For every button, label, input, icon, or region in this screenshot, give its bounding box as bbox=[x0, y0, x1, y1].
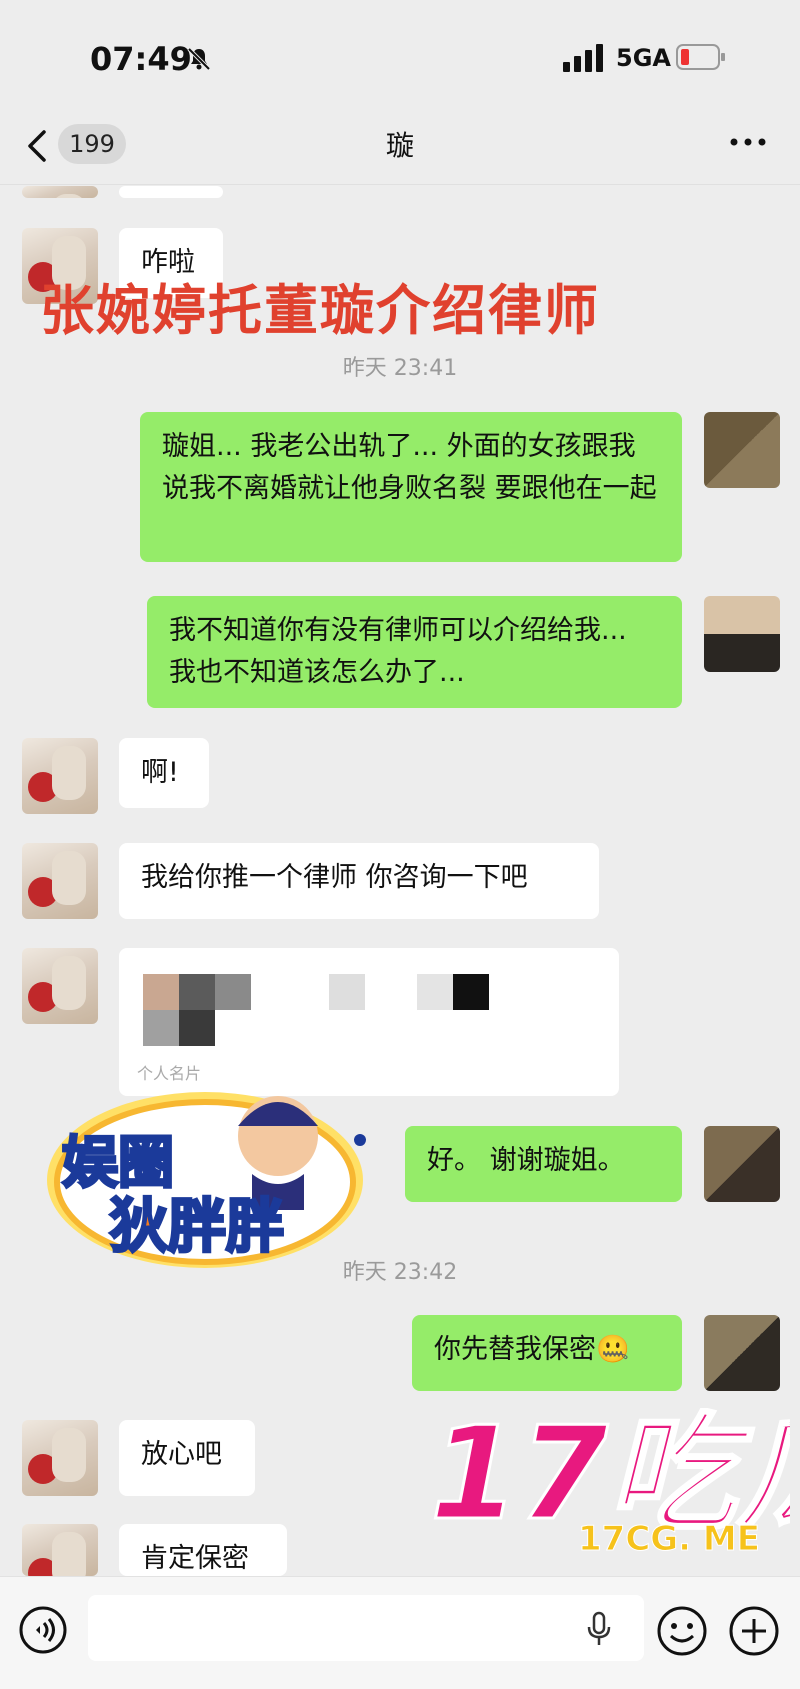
pixelated-block bbox=[179, 974, 215, 1010]
status-time: 07:49 bbox=[90, 40, 192, 78]
message-bubble[interactable]: 好。 谢谢璇姐。 bbox=[405, 1126, 682, 1202]
timestamp: 昨天 23:41 bbox=[342, 356, 458, 381]
watermark-text-bottom: 狄胖胖 bbox=[110, 1192, 284, 1260]
friend-avatar[interactable] bbox=[22, 948, 98, 1024]
mic-icon[interactable] bbox=[584, 1611, 614, 1647]
message-bubble[interactable]: 我不知道你有没有律师可以介绍给我... 我也不知道该怎么办了... bbox=[147, 596, 682, 708]
my-avatar[interactable] bbox=[704, 412, 780, 488]
friend-avatar[interactable] bbox=[22, 843, 98, 919]
battery-icon bbox=[676, 44, 725, 70]
brand-url-text: 17CG. ME bbox=[578, 1519, 760, 1558]
input-bar bbox=[0, 1576, 800, 1689]
emoji-icon[interactable] bbox=[656, 1605, 708, 1657]
timestamp: 昨天 23:42 bbox=[342, 1260, 458, 1285]
my-avatar[interactable] bbox=[704, 1315, 780, 1391]
voice-icon[interactable] bbox=[18, 1605, 68, 1655]
network-type: 5GA bbox=[616, 44, 671, 72]
status-bar: 07:49 5GA bbox=[0, 0, 800, 110]
friend-avatar[interactable] bbox=[22, 738, 98, 814]
pixelated-block bbox=[179, 1010, 215, 1046]
pixelated-block bbox=[417, 974, 453, 1010]
message-bubble-partial bbox=[119, 186, 223, 198]
message-bubble[interactable]: 啊! bbox=[119, 738, 209, 808]
overlay-caption: 张婉婷托董璇介绍律师 bbox=[40, 279, 600, 342]
brand-watermark: 17吃瓜 17CG. ME bbox=[430, 1408, 790, 1558]
my-avatar[interactable] bbox=[704, 596, 780, 672]
message-bubble[interactable]: 我给你推一个律师 你咨询一下吧 bbox=[119, 843, 599, 919]
friend-avatar[interactable] bbox=[22, 1420, 98, 1496]
mute-bell-icon bbox=[187, 47, 211, 71]
watermark-logo: 娱圈 狄胖胖 bbox=[47, 1092, 366, 1268]
friend-avatar[interactable] bbox=[22, 186, 98, 198]
pixelated-block bbox=[329, 974, 365, 1010]
message-bubble[interactable]: 放心吧 bbox=[119, 1420, 255, 1496]
pixelated-block bbox=[453, 974, 489, 1010]
more-icon[interactable] bbox=[728, 132, 768, 152]
watermark-text-top: 娱圈 bbox=[62, 1131, 174, 1196]
chat-title: 璇 bbox=[385, 129, 414, 162]
message-bubble[interactable]: 你先替我保密🤐 bbox=[412, 1315, 682, 1391]
pixelated-block bbox=[215, 974, 251, 1010]
message-bubble[interactable]: 璇姐... 我老公出轨了... 外面的女孩跟我说我不离婚就让他身败名裂 要跟他在… bbox=[140, 412, 682, 562]
friend-avatar[interactable] bbox=[22, 1524, 98, 1576]
my-avatar[interactable] bbox=[704, 1126, 780, 1202]
signal-icon bbox=[563, 44, 603, 72]
pixelated-block bbox=[143, 974, 179, 1010]
message-input[interactable] bbox=[88, 1595, 644, 1661]
message-bubble[interactable]: 肯定保密 bbox=[119, 1524, 287, 1576]
plus-icon[interactable] bbox=[728, 1605, 780, 1657]
pixelated-block bbox=[143, 1010, 179, 1046]
chat-header: 199 璇 bbox=[0, 110, 800, 185]
